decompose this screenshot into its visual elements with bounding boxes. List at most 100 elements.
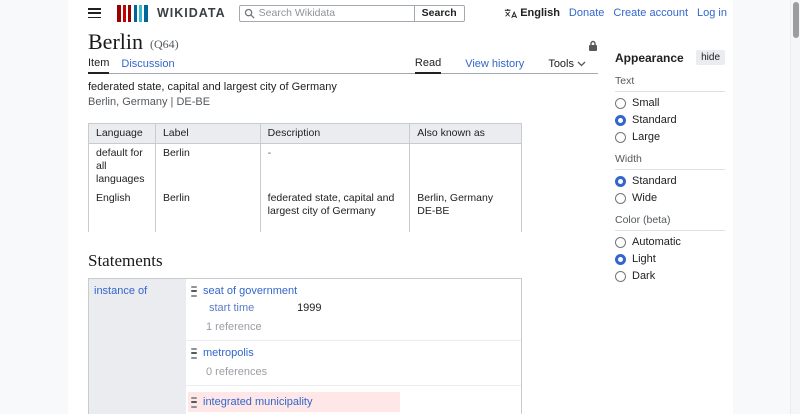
radio-icon-checked [615, 115, 626, 126]
radio-icon-checked [615, 176, 626, 187]
cell-language: default for all languages [89, 144, 156, 190]
tab-discussion[interactable]: Discussion [121, 58, 174, 73]
language-selector[interactable]: English [504, 7, 560, 19]
entity-id: (Q64) [150, 37, 179, 54]
col-language: Language [89, 124, 156, 144]
section-label-width: Width [615, 153, 725, 170]
title-row: Berlin (Q64) [88, 30, 598, 54]
property-column: instance of [89, 279, 186, 414]
donate-link[interactable]: Donate [569, 7, 604, 19]
radio-text-small[interactable]: Small [615, 97, 725, 109]
search-button[interactable]: Search [415, 5, 465, 22]
search-bar: Search [239, 5, 465, 22]
rank-selector-icon[interactable] [191, 286, 197, 297]
radio-label: Small [632, 97, 660, 109]
claim-main: metropolis [191, 347, 513, 359]
radio-color-automatic[interactable]: Automatic [615, 236, 725, 248]
search-icon [244, 8, 255, 19]
radio-label: Large [632, 131, 660, 143]
cell-label: Berlin [155, 144, 260, 190]
language-icon [504, 8, 517, 19]
qualifier-value: 1999 [297, 302, 321, 314]
claim-value-link[interactable]: metropolis [203, 347, 254, 359]
statements-heading: Statements [88, 251, 598, 271]
tab-read[interactable]: Read [415, 57, 441, 74]
protection-lock-icon [588, 40, 598, 54]
radio-width-standard[interactable]: Standard [615, 175, 725, 187]
cell-aliases: Berlin, Germany DE-BE [410, 189, 522, 232]
wikidata-logo-barcode-icon [117, 5, 148, 22]
radio-color-dark[interactable]: Dark [615, 270, 725, 282]
claim-value-link[interactable]: seat of government [203, 285, 297, 297]
references-toggle[interactable]: 1 reference [206, 321, 513, 333]
statement-group: instance of seat of government start tim… [88, 278, 522, 414]
top-bar: WIKIDATA Search English [68, 0, 733, 26]
claim-row: seat of government start time 1999 1 ref… [186, 279, 521, 341]
radio-color-light[interactable]: Light [615, 253, 725, 265]
radio-text-large[interactable]: Large [615, 131, 725, 143]
cell-language: English [89, 189, 156, 232]
claim-main: seat of government [191, 285, 513, 297]
claim-main: integrated municipality [188, 392, 400, 412]
qualifier-property-link[interactable]: start time [209, 302, 294, 314]
scrollbar-thumb[interactable] [793, 2, 799, 38]
references-toggle[interactable]: 0 references [206, 366, 513, 378]
appearance-panel: Appearance hide Text Small Standard Larg… [615, 50, 725, 282]
radio-label: Standard [632, 175, 677, 187]
search-input[interactable] [259, 7, 410, 19]
view-tabs: Read View history Tools [415, 57, 598, 73]
claim-value-link[interactable]: integrated municipality [203, 396, 312, 408]
radio-label: Wide [632, 192, 657, 204]
col-label: Label [155, 124, 260, 144]
wikidata-wordmark: WIKIDATA [157, 6, 226, 20]
entity-description: federated state, capital and largest cit… [88, 81, 598, 93]
appearance-header: Appearance hide [615, 50, 725, 65]
section-label-text: Text [615, 75, 725, 92]
radio-text-standard[interactable]: Standard [615, 114, 725, 126]
table-row: default for all languages Berlin - [89, 144, 522, 190]
claim-qualifier: start time 1999 [209, 302, 513, 314]
radio-label: Automatic [632, 236, 681, 248]
rank-selector-icon[interactable] [191, 397, 197, 408]
page-container: WIKIDATA Search English [68, 0, 733, 414]
page-title: Berlin [88, 30, 143, 54]
property-link-instance-of[interactable]: instance of [94, 285, 147, 297]
radio-label: Standard [632, 114, 677, 126]
radio-icon [615, 193, 626, 204]
radio-icon [615, 271, 626, 282]
col-also-known-as: Also known as [410, 124, 522, 144]
claim-row: metropolis 0 references [186, 341, 521, 386]
terms-table-header-row: Language Label Description Also known as [89, 124, 522, 144]
language-label: English [520, 7, 560, 19]
entity-aliases: Berlin, Germany | DE-BE [88, 96, 598, 108]
tab-tools[interactable]: Tools [548, 58, 586, 73]
tab-view-history[interactable]: View history [465, 58, 524, 73]
hide-appearance-button[interactable]: hide [696, 50, 725, 65]
chevron-down-icon [577, 61, 586, 67]
cell-label: Berlin [155, 189, 260, 232]
tools-label: Tools [548, 58, 574, 70]
terms-table: Language Label Description Also known as… [88, 123, 522, 232]
radio-label: Light [632, 253, 656, 265]
search-input-wrap [239, 5, 415, 22]
cell-description: federated state, capital and largest cit… [260, 189, 410, 232]
alias-line: DE-BE [417, 205, 514, 218]
claims-list: seat of government start time 1999 1 ref… [186, 279, 521, 414]
cell-aliases [410, 144, 522, 190]
radio-icon-checked [615, 254, 626, 265]
claim-row-highlighted: integrated municipality 1 reference [186, 386, 521, 414]
create-account-link[interactable]: Create account [613, 7, 688, 19]
section-label-color: Color (beta) [615, 214, 725, 231]
log-in-link[interactable]: Log in [697, 7, 727, 19]
radio-width-wide[interactable]: Wide [615, 192, 725, 204]
hamburger-menu-icon[interactable] [88, 8, 101, 18]
scrollbar-track[interactable] [790, 0, 800, 414]
table-row: English Berlin federated state, capital … [89, 189, 522, 232]
appearance-title: Appearance [615, 51, 684, 65]
rank-selector-icon[interactable] [191, 348, 197, 359]
top-right-links: English Donate Create account Log in [504, 7, 727, 19]
main-content: Berlin (Q64) Item Discussion Read View h… [88, 30, 598, 414]
tab-bar: Item Discussion Read View history Tools [88, 57, 598, 74]
wikidata-logo[interactable]: WIKIDATA [117, 5, 226, 22]
tab-item[interactable]: Item [88, 57, 109, 74]
